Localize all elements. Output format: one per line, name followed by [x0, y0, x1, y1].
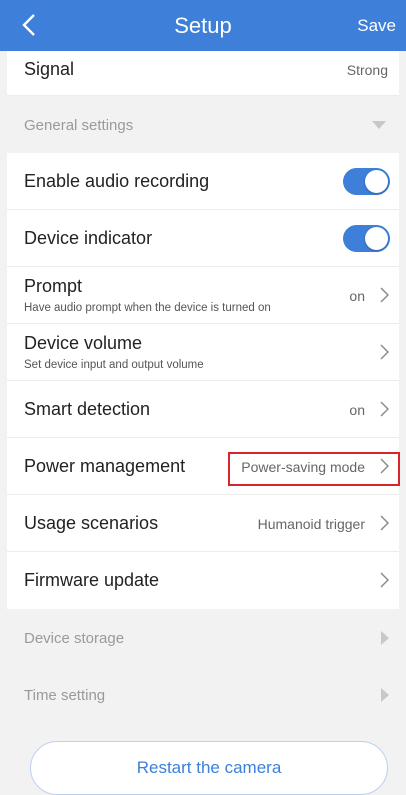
caret-right-icon [381, 688, 389, 702]
chevron-right-icon [380, 572, 389, 588]
device-volume-label: Device volume [24, 333, 143, 353]
device-volume-description: Set device input and output volume [24, 359, 204, 371]
signal-value: Strong [346, 62, 388, 78]
audio-recording-row: Enable audio recording [7, 153, 399, 210]
page-title: Setup [174, 13, 232, 38]
firmware-update-label: Firmware update [24, 570, 160, 590]
device-storage-section[interactable]: Device storage [7, 609, 399, 666]
prompt-label: Prompt [24, 276, 83, 296]
prompt-description: Have audio prompt when the device is tur… [24, 302, 271, 314]
restart-camera-button[interactable]: Restart the camera [30, 741, 388, 795]
firmware-update-row[interactable]: Firmware update [7, 552, 399, 609]
smart-detection-value: on [349, 402, 365, 418]
caret-right-icon [381, 631, 389, 645]
usage-scenarios-value: Humanoid trigger [257, 516, 365, 532]
time-setting-label: Time setting [24, 687, 106, 704]
highlight-box [228, 452, 400, 486]
time-setting-section[interactable]: Time setting [7, 666, 399, 723]
toggle-knob [365, 227, 388, 250]
device-indicator-label: Device indicator [24, 228, 153, 248]
power-management-label: Power management [24, 456, 186, 476]
prompt-row[interactable]: Prompt Have audio prompt when the device… [7, 267, 399, 324]
chevron-right-icon [380, 515, 389, 531]
chevron-right-icon [380, 287, 389, 303]
smart-detection-label: Smart detection [24, 399, 151, 419]
usage-scenarios-label: Usage scenarios [24, 513, 159, 533]
audio-recording-label: Enable audio recording [24, 171, 210, 191]
device-storage-label: Device storage [24, 630, 125, 647]
signal-row: Signal Strong [7, 51, 399, 96]
audio-recording-toggle[interactable] [343, 168, 390, 195]
prompt-value: on [349, 288, 365, 304]
device-indicator-row: Device indicator [7, 210, 399, 267]
general-settings-label: General settings [24, 117, 134, 134]
caret-down-icon [372, 121, 386, 129]
general-settings-section[interactable]: General settings [7, 96, 399, 153]
back-button[interactable] [14, 9, 44, 41]
chevron-left-icon [22, 14, 35, 36]
header-bar: Setup Save [0, 0, 406, 51]
toggle-knob [365, 170, 388, 193]
smart-detection-row[interactable]: Smart detection on [7, 381, 399, 438]
device-volume-row[interactable]: Device volume Set device input and outpu… [7, 324, 399, 381]
usage-scenarios-row[interactable]: Usage scenarios Humanoid trigger [7, 495, 399, 552]
chevron-right-icon [380, 344, 389, 360]
device-indicator-toggle[interactable] [343, 225, 390, 252]
save-button[interactable]: Save [357, 0, 396, 51]
chevron-right-icon [380, 401, 389, 417]
signal-label: Signal [24, 59, 75, 79]
